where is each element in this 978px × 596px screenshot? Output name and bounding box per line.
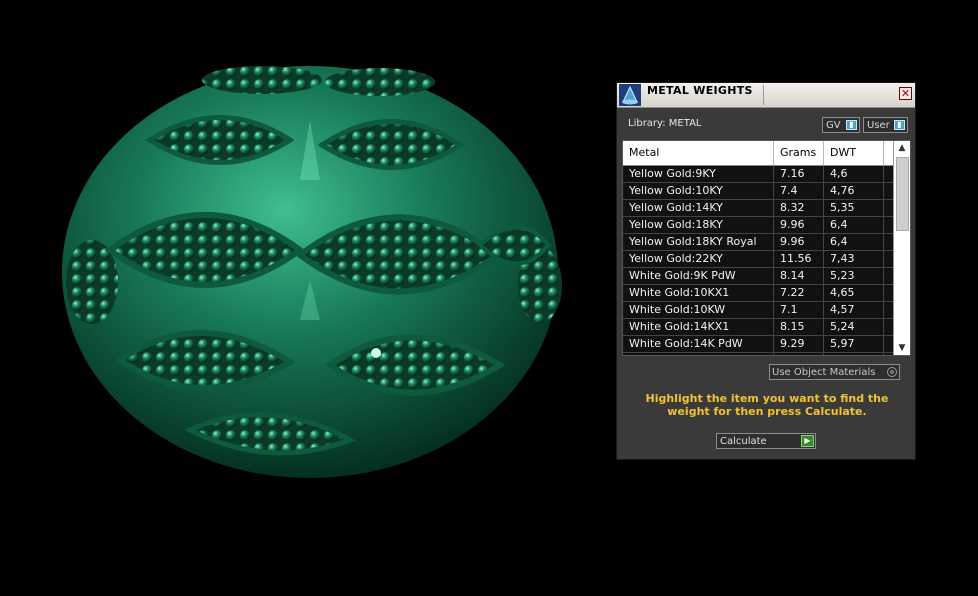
metal-cell: Yellow Gold:18KY Royal xyxy=(623,234,774,250)
metal-cell: White Gold:14KW xyxy=(623,353,774,355)
metal-weights-panel: METAL WEIGHTS ✕ Library: METAL GV ▮ User… xyxy=(616,82,916,460)
table-row[interactable]: Yellow Gold:18KY Royal 9.96 6,4 xyxy=(623,234,894,251)
grams-cell: 11.56 xyxy=(774,251,824,267)
scroll-down-icon[interactable]: ▼ xyxy=(894,341,910,355)
dwt-cell: 5,97 xyxy=(824,336,884,352)
table-row[interactable]: White Gold:9K PdW 8.14 5,23 xyxy=(623,268,894,285)
jewelry-model xyxy=(62,66,562,478)
metal-weights-table: Metal Grams DWT Yellow Gold:9KY 7.16 4,6 Ye… xyxy=(622,140,911,356)
scroll-up-icon[interactable]: ▲ xyxy=(894,141,910,155)
user-label: User xyxy=(867,120,890,131)
radio-icon xyxy=(887,367,897,377)
dwt-cell: 4,76 xyxy=(824,183,884,199)
grams-cell: 7.22 xyxy=(774,285,824,301)
table-row[interactable]: White Gold:14KW8.145,23 xyxy=(623,353,894,355)
table-row[interactable]: Yellow Gold:14KY 8.32 5,35 xyxy=(623,200,894,217)
grams-cell: 9.96 xyxy=(774,234,824,250)
dwt-cell: 4,6 xyxy=(824,166,884,182)
dwt-cell: 7,43 xyxy=(824,251,884,267)
grams-cell: 7.1 xyxy=(774,302,824,318)
table-row[interactable]: White Gold:14K PdW 9.29 5,97 xyxy=(623,336,894,353)
play-arrow-icon: ▶ xyxy=(801,435,814,447)
dwt-cell: 5,24 xyxy=(824,319,884,335)
metal-cell: Yellow Gold:18KY xyxy=(623,217,774,233)
column-header-grams[interactable]: Grams xyxy=(774,141,824,165)
metal-cell: Yellow Gold:9KY xyxy=(623,166,774,182)
dwt-cell: 6,4 xyxy=(824,234,884,250)
gv-label: GV xyxy=(826,120,841,131)
metal-cell: Yellow Gold:10KY xyxy=(623,183,774,199)
table-row[interactable]: Yellow Gold:18KY 9.96 6,4 xyxy=(623,217,894,234)
dwt-cell: 5,35 xyxy=(824,200,884,216)
library-label: Library: METAL xyxy=(628,118,702,129)
metal-cell: Yellow Gold:22KY xyxy=(623,251,774,267)
grams-cell: 8.14 xyxy=(774,353,824,355)
use-object-materials-label: Use Object Materials xyxy=(772,367,876,378)
scroll-thumb[interactable] xyxy=(896,157,909,231)
calculate-label: Calculate xyxy=(720,436,767,447)
metal-cell: White Gold:10KX1 xyxy=(623,285,774,301)
grams-cell: 7.4 xyxy=(774,183,824,199)
table-row[interactable]: Yellow Gold:22KY 11.56 7,43 xyxy=(623,251,894,268)
title-separator xyxy=(763,85,764,105)
gv-toggle-icon: ▮ xyxy=(846,120,857,130)
dwt-cell: 5,23 xyxy=(824,268,884,284)
metal-cell: White Gold:14KX1 xyxy=(623,319,774,335)
use-object-materials-toggle[interactable]: Use Object Materials xyxy=(769,364,900,380)
user-toggle-icon: ▮ xyxy=(894,120,905,130)
calculate-button[interactable]: Calculate ▶ xyxy=(716,433,816,449)
panel-titlebar[interactable]: METAL WEIGHTS ✕ xyxy=(617,83,915,108)
table-row[interactable]: Yellow Gold:9KY 7.16 4,6 xyxy=(623,166,894,183)
grams-cell: 8.14 xyxy=(774,268,824,284)
grams-cell: 8.32 xyxy=(774,200,824,216)
dwt-cell: 6,4 xyxy=(824,217,884,233)
table-scrollbar[interactable]: ▲ ▼ xyxy=(893,141,910,355)
grams-cell: 7.16 xyxy=(774,166,824,182)
table-row[interactable]: White Gold:14KX1 8.15 5,24 xyxy=(623,319,894,336)
dwt-cell: 4,57 xyxy=(824,302,884,318)
3d-viewport[interactable] xyxy=(0,0,600,596)
panel-title: METAL WEIGHTS xyxy=(647,84,753,97)
metal-cell: Yellow Gold:14KY xyxy=(623,200,774,216)
metal-cell: White Gold:9K PdW xyxy=(623,268,774,284)
metal-cell: White Gold:14K PdW xyxy=(623,336,774,352)
dwt-cell: 5,23 xyxy=(824,353,884,355)
app-logo-icon xyxy=(619,84,641,106)
table-row[interactable]: Yellow Gold:10KY 7.4 4,76 xyxy=(623,183,894,200)
table-row[interactable]: White Gold:10KX1 7.22 4,65 xyxy=(623,285,894,302)
grams-cell: 8.15 xyxy=(774,319,824,335)
column-header-metal[interactable]: Metal xyxy=(623,141,774,165)
metal-cell: White Gold:10KW xyxy=(623,302,774,318)
table-body: Yellow Gold:9KY 7.16 4,6 Yellow Gold:10KY 7.… xyxy=(623,166,894,355)
user-library-button[interactable]: User ▮ xyxy=(863,117,908,133)
table-header: Metal Grams DWT xyxy=(623,141,894,166)
grams-cell: 9.29 xyxy=(774,336,824,352)
table-row[interactable]: White Gold:10KW 7.1 4,57 xyxy=(623,302,894,319)
gv-library-button[interactable]: GV ▮ xyxy=(822,117,860,133)
grams-cell: 9.96 xyxy=(774,217,824,233)
instruction-hint: Highlight the item you want to find the … xyxy=(645,392,889,418)
dwt-cell: 4,65 xyxy=(824,285,884,301)
column-header-dwt[interactable]: DWT xyxy=(824,141,884,165)
close-icon[interactable]: ✕ xyxy=(899,87,912,100)
